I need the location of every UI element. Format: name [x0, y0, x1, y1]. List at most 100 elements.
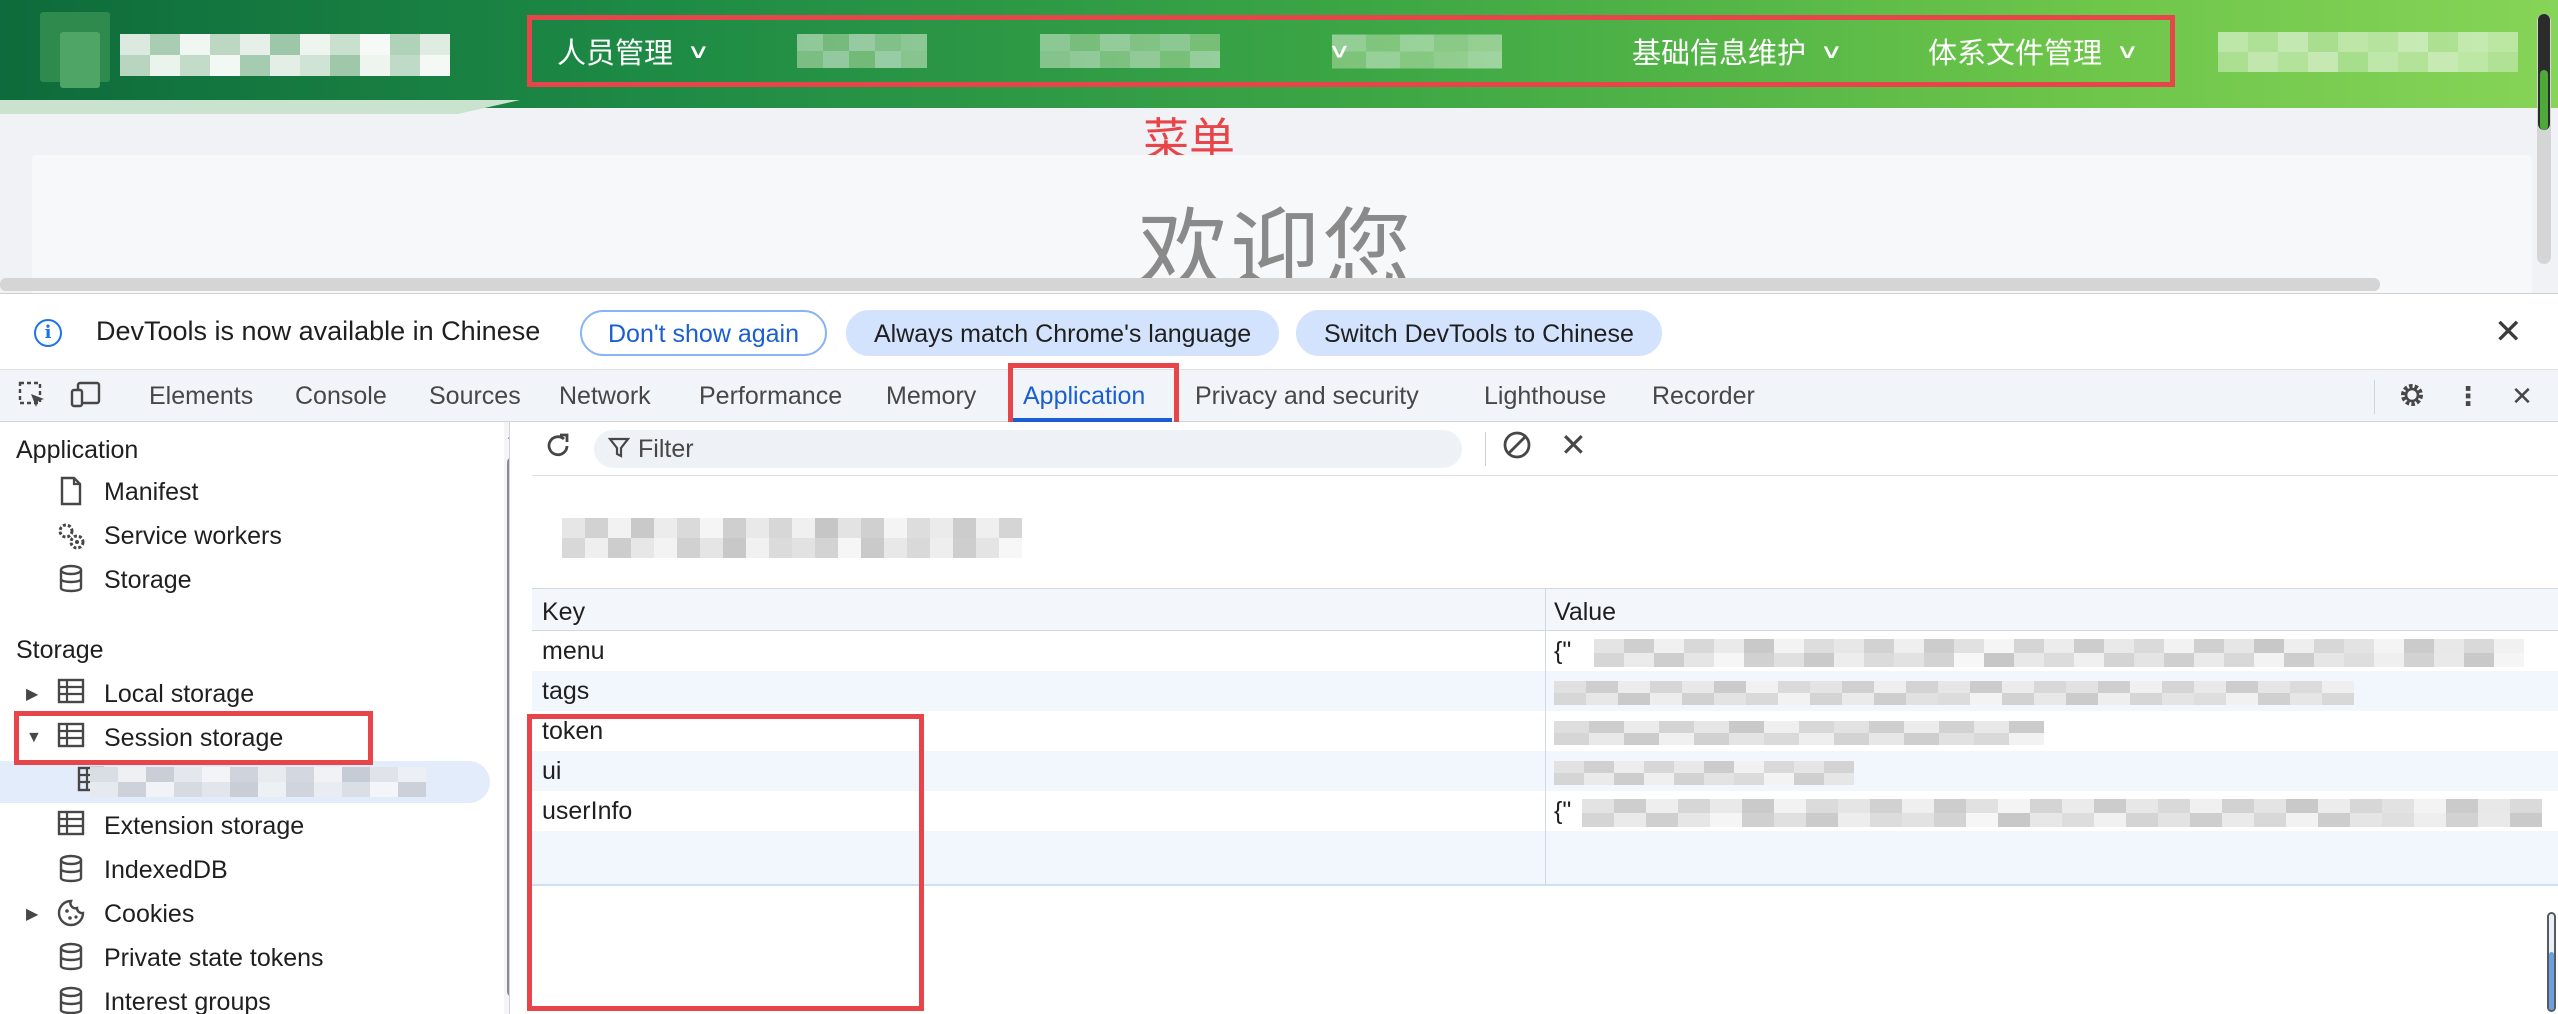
- toolbar-separator: [1485, 432, 1486, 466]
- gears-icon: [55, 520, 87, 552]
- tab-elements[interactable]: Elements: [149, 382, 253, 411]
- tabbar-separator: [2374, 380, 2375, 414]
- database-icon: [55, 564, 87, 596]
- key-column-highlight-box: [527, 714, 924, 1011]
- tab-network[interactable]: Network: [559, 382, 651, 411]
- inspect-element-icon[interactable]: [16, 380, 48, 412]
- user-area-blurred[interactable]: [2218, 32, 2518, 72]
- info-icon: i: [34, 319, 62, 347]
- storage-toolbar: ✕: [532, 422, 2558, 476]
- sidebar-item-cookies[interactable]: ▶ Cookies: [0, 893, 495, 935]
- row-key: menu: [542, 637, 605, 665]
- tab-privacy-and-security[interactable]: Privacy and security: [1195, 382, 1419, 411]
- row-value: [1554, 757, 2554, 787]
- filter-field[interactable]: [594, 430, 1462, 468]
- settings-gear-icon[interactable]: [2396, 380, 2428, 412]
- devtools-panel: i DevTools is now available in Chinese D…: [0, 293, 2558, 1014]
- row-key: tags: [542, 677, 590, 705]
- switch-to-chinese-button[interactable]: Switch DevTools to Chinese: [1296, 310, 1662, 356]
- row-value: [1554, 717, 2554, 747]
- web-page: 人员管理 ∨ ∨ 基础信息维护 ∨ 体系文件管理 ∨ 菜单 欢迎您: [0, 0, 2558, 293]
- nav-underline-decoration: [0, 100, 520, 114]
- sidebar-item-extension-storage[interactable]: Extension storage: [0, 805, 495, 847]
- nav-menu-highlight-box: 人员管理 ∨ ∨ 基础信息维护 ∨ 体系文件管理 ∨: [527, 15, 2175, 87]
- scroll-up-arrow-icon[interactable]: ▲: [505, 426, 509, 442]
- delete-selected-icon[interactable]: ✕: [1560, 426, 1587, 464]
- sidebar-item-label: Manifest: [104, 477, 199, 506]
- sidebar-heading-storage: Storage: [16, 636, 104, 664]
- sidebar-item-indexeddb[interactable]: IndexedDB: [0, 849, 495, 891]
- database-icon: [55, 854, 87, 886]
- close-devtools-icon[interactable]: ✕: [2506, 380, 2538, 412]
- sidebar-item-label: Interest groups: [104, 987, 271, 1014]
- page-horizontal-scrollbar[interactable]: [0, 278, 2380, 291]
- session-storage-panel: ✕ Key Value menu {": [527, 422, 2558, 1014]
- tab-recorder[interactable]: Recorder: [1652, 382, 1755, 411]
- chevron-down-icon: ∨: [1327, 40, 1352, 63]
- sidebar-item-label: Local storage: [104, 679, 255, 708]
- close-icon[interactable]: ✕: [2494, 312, 2523, 352]
- sidebar-item-label: Storage: [104, 565, 192, 594]
- infobar-message: DevTools is now available in Chinese: [96, 316, 541, 346]
- device-toolbar-icon[interactable]: [70, 380, 102, 412]
- sidebar-item-manifest[interactable]: Manifest: [0, 471, 495, 513]
- language-infobar: i DevTools is now available in Chinese D…: [0, 294, 2558, 370]
- column-resizer[interactable]: [1545, 589, 1546, 884]
- clear-all-icon[interactable]: [1500, 428, 1534, 470]
- row-value-text: {": [1554, 637, 1572, 665]
- column-header-key[interactable]: Key: [542, 598, 585, 627]
- refresh-icon[interactable]: [542, 430, 574, 470]
- sidebar-item-storage[interactable]: Storage: [0, 559, 495, 601]
- nav-item-personnel[interactable]: 人员管理 ∨: [557, 30, 710, 72]
- cookie-icon: [55, 898, 87, 930]
- filter-input[interactable]: [638, 432, 1438, 466]
- filter-funnel-icon: [607, 434, 631, 466]
- tab-console[interactable]: Console: [295, 382, 387, 411]
- storage-origin-blurred: [562, 518, 1022, 558]
- storage-table: Key Value menu {" tags token ui userInfo…: [527, 588, 2558, 1011]
- more-options-icon[interactable]: ⋮: [2452, 380, 2484, 412]
- sidebar-item-label: Extension storage: [104, 811, 305, 840]
- expand-arrow-icon[interactable]: ▶: [26, 904, 38, 924]
- nav-item-basic-info[interactable]: 基础信息维护 ∨: [1632, 30, 1843, 72]
- sidebar-scrollbar-thumb[interactable]: [507, 457, 509, 997]
- top-navigation-bar: 人员管理 ∨ ∨ 基础信息维护 ∨ 体系文件管理 ∨: [0, 0, 2558, 114]
- value-redaction: [1554, 721, 2044, 745]
- database-icon: [55, 942, 87, 974]
- session-storage-highlight-box: [14, 711, 373, 765]
- tab-memory[interactable]: Memory: [886, 382, 976, 411]
- nav-item-label: 人员管理: [557, 38, 674, 70]
- sidebar-item-label: Private state tokens: [104, 943, 324, 972]
- sidebar-item-private-state-tokens[interactable]: Private state tokens: [0, 937, 495, 979]
- tab-performance[interactable]: Performance: [699, 382, 842, 411]
- always-match-language-button[interactable]: Always match Chrome's language: [846, 310, 1280, 356]
- dont-show-again-button[interactable]: Don't show again: [580, 310, 828, 356]
- welcome-heading: 欢迎您: [1138, 199, 1414, 293]
- chevron-down-icon: ∨: [1819, 40, 1844, 63]
- nav-item-label: 基础信息维护: [1632, 38, 1807, 70]
- panel-scrollbar[interactable]: [2545, 912, 2558, 1012]
- row-value-text: {": [1554, 797, 1572, 825]
- expand-arrow-icon[interactable]: ▶: [26, 684, 38, 704]
- sidebar-item-session-origin[interactable]: [0, 761, 490, 803]
- tab-sources[interactable]: Sources: [429, 382, 521, 411]
- column-header-value[interactable]: Value: [1554, 598, 1616, 627]
- nav-item-system-docs[interactable]: 体系文件管理 ∨: [1928, 30, 2139, 72]
- sidebar-heading-application: Application: [16, 436, 139, 464]
- sidebar-item-service-workers[interactable]: Service workers: [0, 515, 495, 557]
- tab-lighthouse[interactable]: Lighthouse: [1484, 382, 1606, 411]
- nav-item-label: 体系文件管理: [1928, 38, 2103, 70]
- file-icon: [55, 476, 87, 508]
- sidebar-item-interest-groups[interactable]: Interest groups: [0, 981, 495, 1014]
- sidebar-item-label: Service workers: [104, 521, 282, 550]
- value-redaction: [1554, 761, 1854, 785]
- scrollbar-accent: [2540, 70, 2548, 130]
- grid-icon: [55, 678, 87, 710]
- site-logo-blurred: [40, 12, 470, 98]
- nav-item-blurred-3[interactable]: ∨: [1328, 34, 1502, 68]
- database-icon: [55, 986, 87, 1014]
- devtools-tabbar: Elements Console Sources Network Perform…: [0, 370, 2558, 422]
- sidebar-item-local-storage[interactable]: ▶ Local storage: [0, 673, 495, 715]
- value-redaction: [1582, 799, 2542, 827]
- row-value: {": [1554, 797, 2554, 827]
